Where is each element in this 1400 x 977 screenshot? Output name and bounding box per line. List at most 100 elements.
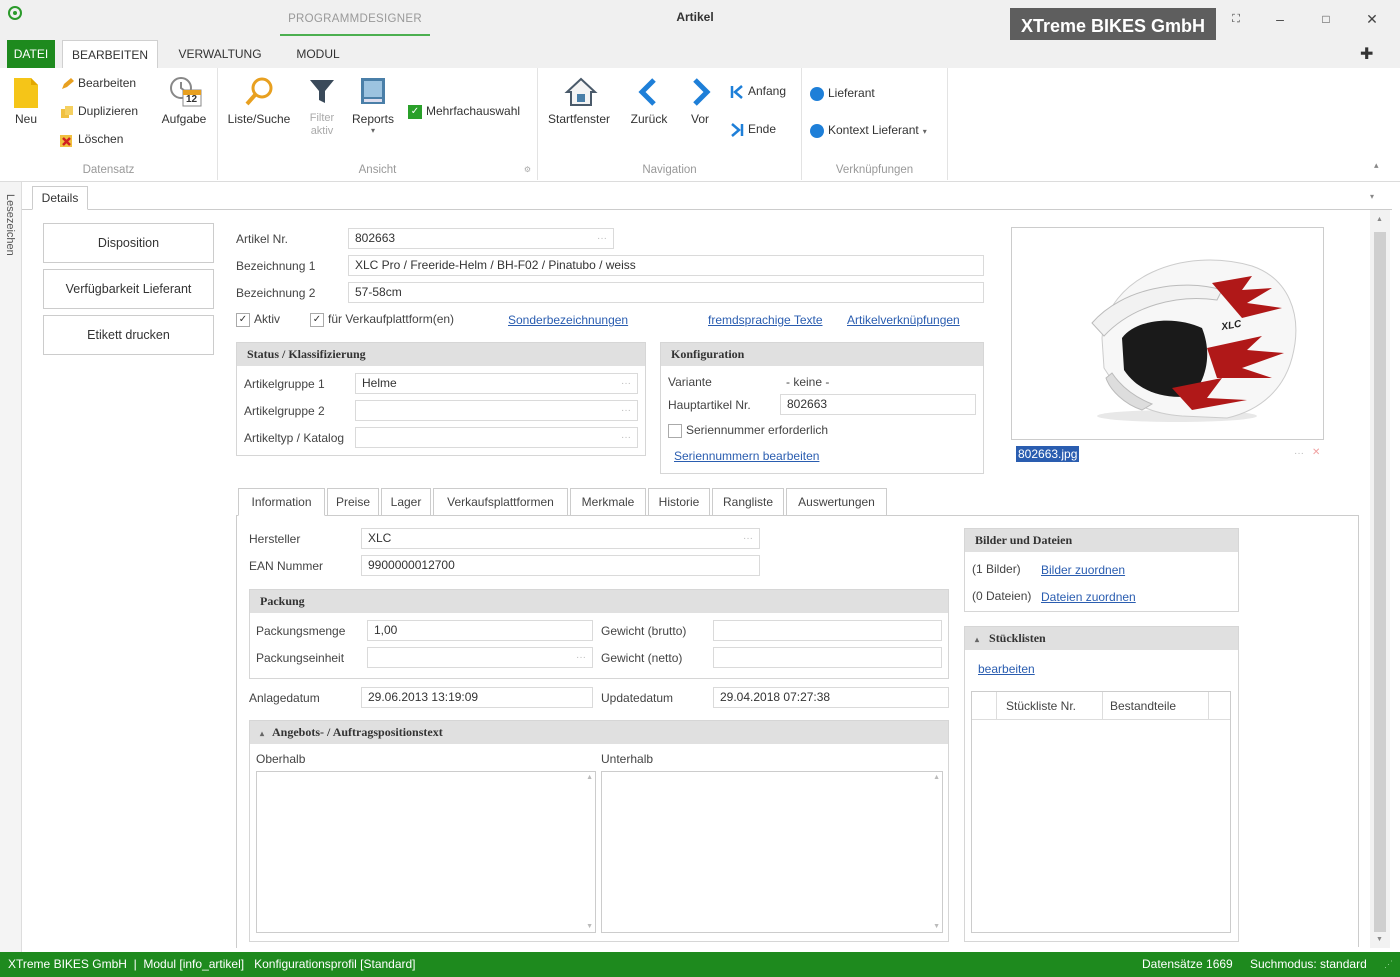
tab-verwaltung[interactable]: VERWALTUNG: [165, 40, 275, 68]
seriennummern-bearbeiten-link[interactable]: Seriennummern bearbeiten: [674, 449, 819, 463]
anfang-button[interactable]: Anfang: [730, 84, 786, 99]
filter-aktiv-label: Filter aktiv: [309, 112, 335, 137]
loeschen-button[interactable]: Löschen: [60, 132, 123, 147]
stuecklisten-section-title[interactable]: ▴ Stücklisten: [965, 627, 1238, 650]
aufgabe-button[interactable]: 12 Aufgabe: [156, 76, 212, 126]
hauptartikel-field[interactable]: 802663: [780, 394, 976, 415]
updatedatum-field[interactable]: 29.04.2018 07:27:38: [713, 687, 949, 708]
startfenster-button[interactable]: Startfenster: [544, 76, 614, 126]
context-tab-programmdesigner[interactable]: PROGRAMMDESIGNER: [280, 8, 430, 36]
col-stueckliste-nr[interactable]: Stückliste Nr.: [1006, 699, 1076, 713]
lieferant-button[interactable]: Lieferant: [810, 86, 875, 101]
oberhalb-textarea[interactable]: ▲ ▼: [256, 771, 596, 933]
artikel-nr-field[interactable]: 802663: [348, 228, 614, 249]
scrollbar-thumb[interactable]: [1374, 232, 1386, 932]
close-button[interactable]: ✕: [1358, 8, 1386, 30]
scroll-up-icon[interactable]: ▲: [586, 774, 593, 781]
gewicht-netto-field[interactable]: [713, 647, 942, 668]
scroll-up-icon[interactable]: ▲: [1376, 216, 1383, 223]
scroll-down-icon[interactable]: ▼: [586, 923, 593, 930]
tab-historie[interactable]: Historie: [648, 488, 710, 516]
artikelverknuepfungen-link[interactable]: Artikelverknüpfungen: [847, 313, 960, 327]
angebot-section-title[interactable]: ▴ Angebots- / Auftragspositionstext: [250, 721, 948, 744]
tab-preise[interactable]: Preise: [327, 488, 379, 516]
bearbeiten-button[interactable]: Bearbeiten: [60, 76, 136, 91]
tab-bearbeiten[interactable]: BEARBEITEN: [62, 40, 158, 68]
new-document-icon: [11, 76, 41, 108]
mehrfachauswahl-checkbox[interactable]: ✓ Mehrfachauswahl: [408, 104, 520, 119]
status-section-title: Status / Klassifizierung: [237, 343, 645, 366]
tab-lager[interactable]: Lager: [381, 488, 431, 516]
bilder-count: (1 Bilder): [972, 562, 1021, 576]
liste-suche-button[interactable]: Liste/Suche: [224, 76, 294, 126]
sonderbezeichnungen-link[interactable]: Sonderbezeichnungen: [508, 313, 628, 327]
stuecklisten-bearbeiten-link[interactable]: bearbeiten: [978, 662, 1035, 676]
minimize-button[interactable]: –: [1266, 8, 1294, 30]
verfuegbarkeit-lieferant-button[interactable]: Verfügbarkeit Lieferant: [43, 269, 214, 309]
ean-field[interactable]: 9900000012700: [361, 555, 760, 576]
neu-button[interactable]: Neu: [6, 76, 46, 126]
image-filename[interactable]: 802663.jpg: [1016, 446, 1080, 462]
tab-dropdown-icon[interactable]: ▾: [1370, 192, 1374, 201]
puzzle-icon[interactable]: ✚: [1360, 44, 1373, 64]
status-search-mode: Suchmodus: standard: [1250, 957, 1367, 971]
tab-merkmale[interactable]: Merkmale: [570, 488, 646, 516]
scroll-down-icon[interactable]: ▼: [933, 923, 940, 930]
tab-rangliste[interactable]: Rangliste: [712, 488, 784, 516]
ende-button[interactable]: Ende: [730, 122, 776, 137]
neu-label: Neu: [14, 112, 37, 126]
anfang-label: Anfang: [748, 84, 787, 98]
zurueck-button[interactable]: Zurück: [624, 76, 674, 126]
mehrfachauswahl-label: Mehrfachauswahl: [426, 104, 521, 118]
stuecklisten-table[interactable]: Stückliste Nr. Bestandteile: [971, 691, 1231, 933]
window-title: Artikel: [676, 10, 714, 24]
reports-dropdown-icon[interactable]: ▾: [348, 126, 398, 135]
home-icon: [564, 76, 598, 108]
tab-information[interactable]: Information: [238, 488, 325, 516]
bilder-zuordnen-link[interactable]: Bilder zuordnen: [1041, 563, 1125, 577]
gewicht-brutto-field[interactable]: [713, 620, 942, 641]
app-logo-icon[interactable]: [8, 6, 22, 20]
resize-grip-icon[interactable]: ⋰: [1384, 952, 1393, 977]
etikett-drucken-button[interactable]: Etikett drucken: [43, 315, 214, 355]
vor-button[interactable]: Vor: [680, 76, 720, 126]
tab-datei[interactable]: DATEI: [7, 40, 55, 68]
disposition-button[interactable]: Disposition: [43, 223, 214, 263]
artikeltyp-field[interactable]: [355, 427, 638, 448]
collapse-ribbon-icon[interactable]: ▴: [1374, 160, 1379, 171]
dialog-launcher-icon[interactable]: ⚙: [524, 165, 531, 174]
duplizieren-button[interactable]: Duplizieren: [60, 104, 138, 119]
reports-button[interactable]: Reports ▾: [348, 76, 398, 135]
fullscreen-icon[interactable]: ⛶: [1222, 8, 1250, 30]
col-bestandteile[interactable]: Bestandteile: [1110, 699, 1176, 713]
hersteller-field[interactable]: XLC: [361, 528, 760, 549]
verkaufsplattform-checkbox[interactable]: ✓ für Verkaufplattform(en): [310, 312, 454, 327]
filter-aktiv-button[interactable]: Filter aktiv: [302, 76, 342, 138]
image-more-icon[interactable]: ···: [1294, 448, 1304, 459]
product-image[interactable]: XLC: [1011, 227, 1324, 440]
sidetab-lesezeichen[interactable]: Lesezeichen: [0, 182, 22, 952]
seriennummer-checkbox[interactable]: Seriennummer erforderlich: [668, 423, 828, 438]
kontext-lieferant-button[interactable]: Kontext Lieferant ▾: [810, 123, 927, 138]
tab-details[interactable]: Details: [32, 186, 88, 210]
unterhalb-textarea[interactable]: ▲ ▼: [601, 771, 943, 933]
scroll-up-icon[interactable]: ▲: [933, 774, 940, 781]
aktiv-checkbox[interactable]: ✓ Aktiv: [236, 312, 280, 327]
maximize-button[interactable]: □: [1312, 8, 1340, 30]
artikelgruppe1-field[interactable]: Helme: [355, 373, 638, 394]
tab-verkaufsplattformen[interactable]: Verkaufsplattformen: [433, 488, 568, 516]
packungseinheit-field[interactable]: [367, 647, 593, 668]
artikelgruppe2-field[interactable]: [355, 400, 638, 421]
tab-modul[interactable]: MODUL: [285, 40, 351, 68]
anlagedatum-field[interactable]: 29.06.2013 13:19:09: [361, 687, 593, 708]
fremdsprachige-texte-link[interactable]: fremdsprachige Texte: [708, 313, 823, 327]
dateien-count: (0 Dateien): [972, 589, 1032, 603]
scroll-down-icon[interactable]: ▼: [1376, 936, 1383, 943]
bezeichnung2-field[interactable]: 57-58cm: [348, 282, 984, 303]
variante-value: - keine -: [786, 375, 830, 389]
bezeichnung1-field[interactable]: XLC Pro / Freeride-Helm / BH-F02 / Pinat…: [348, 255, 984, 276]
image-remove-icon[interactable]: ✕: [1312, 447, 1320, 458]
packungsmenge-field[interactable]: 1,00: [367, 620, 593, 641]
dateien-zuordnen-link[interactable]: Dateien zuordnen: [1041, 590, 1136, 604]
tab-auswertungen[interactable]: Auswertungen: [786, 488, 887, 516]
